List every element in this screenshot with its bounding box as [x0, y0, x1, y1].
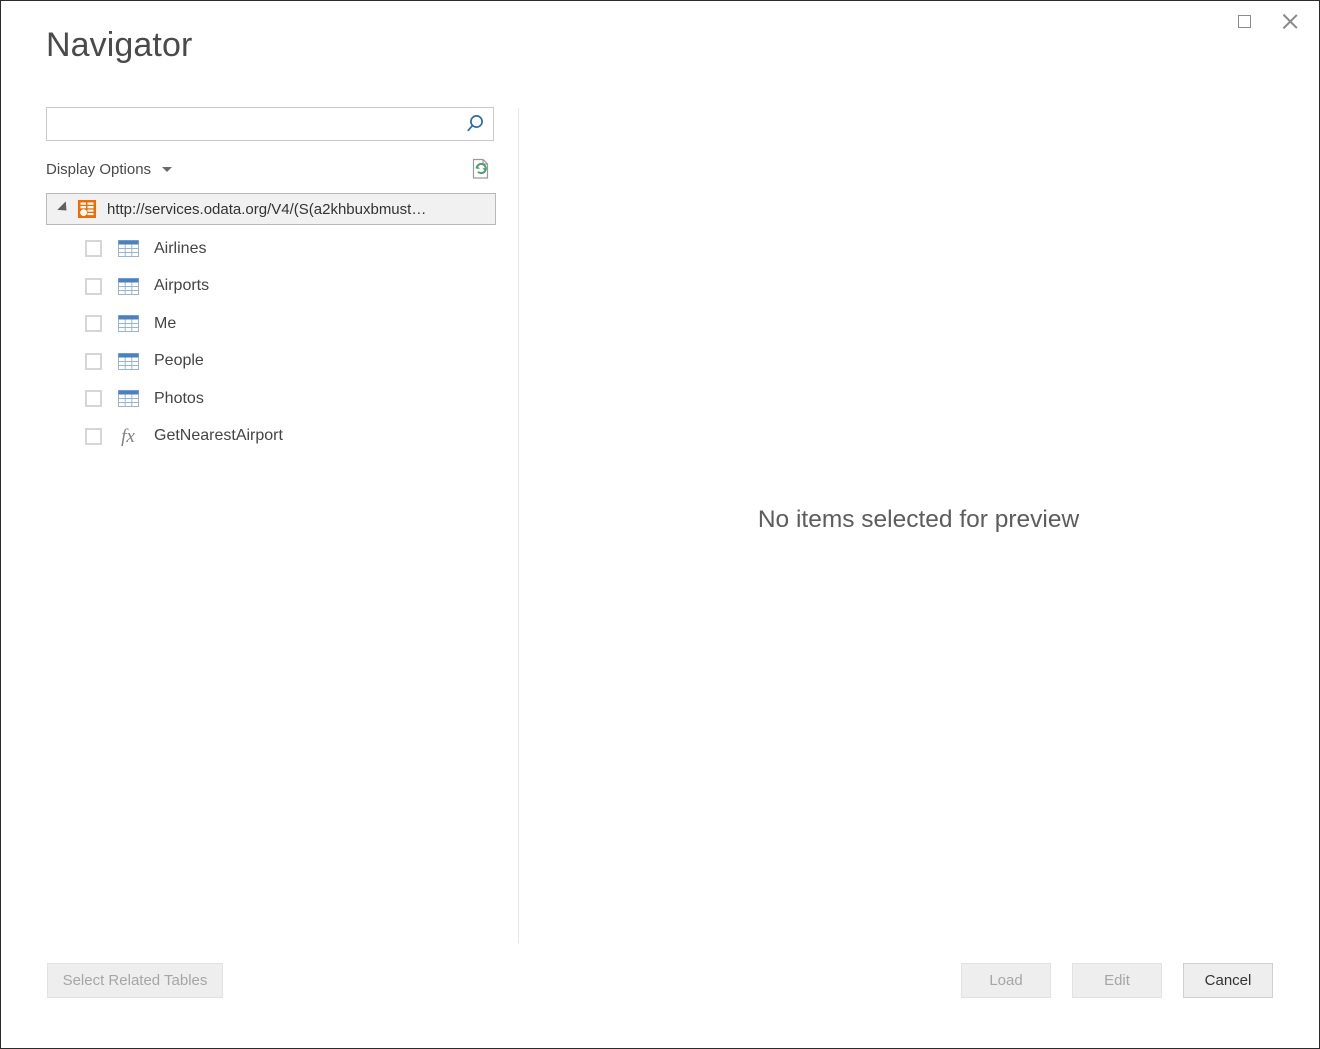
tree-children: Airlines Airports	[46, 225, 496, 455]
display-options-label: Display Options	[46, 161, 151, 178]
tree-root-label: http://services.odata.org/V4/(S(a2khbuxb…	[107, 201, 426, 218]
tree-item-label: Me	[154, 315, 176, 333]
edit-button[interactable]: Edit	[1072, 963, 1162, 998]
navigator-dialog: Navigator Display Options	[0, 0, 1320, 1049]
close-icon	[1283, 14, 1298, 29]
search-icon[interactable]	[457, 108, 493, 140]
footer-action-buttons: Load Edit Cancel	[961, 963, 1273, 998]
maximize-button[interactable]	[1221, 5, 1267, 37]
page-title: Navigator	[46, 28, 192, 62]
table-icon	[117, 352, 139, 370]
tree-item-me[interactable]: Me	[46, 305, 496, 343]
tree-item-airlines[interactable]: Airlines	[46, 230, 496, 268]
triangle-glyph	[57, 201, 70, 214]
tree-item-label: People	[154, 352, 204, 370]
preview-pane: No items selected for preview	[519, 108, 1318, 943]
preview-empty-message: No items selected for preview	[519, 506, 1318, 534]
checkbox-airports[interactable]	[85, 278, 102, 295]
tree-item-label: GetNearestAirport	[154, 427, 283, 445]
search-box[interactable]	[46, 107, 494, 141]
table-icon	[117, 240, 139, 258]
chevron-down-icon	[162, 167, 172, 172]
close-button[interactable]	[1267, 5, 1313, 37]
table-icon	[117, 390, 139, 408]
checkbox-people[interactable]	[85, 353, 102, 370]
left-pane: Display Options	[46, 107, 496, 455]
display-options-dropdown[interactable]: Display Options	[46, 161, 172, 178]
select-related-tables-button[interactable]: Select Related Tables	[47, 963, 223, 998]
tree-item-photos[interactable]: Photos	[46, 380, 496, 418]
maximize-icon	[1238, 15, 1251, 28]
source-tree: http://services.odata.org/V4/(S(a2khbuxb…	[46, 193, 496, 455]
options-row: Display Options	[46, 155, 494, 183]
table-icon	[117, 277, 139, 295]
tree-item-airports[interactable]: Airports	[46, 268, 496, 306]
cancel-button[interactable]: Cancel	[1183, 963, 1273, 998]
tree-item-people[interactable]: People	[46, 343, 496, 381]
refresh-preview-button[interactable]	[468, 155, 494, 183]
dialog-footer: Select Related Tables Load Edit Cancel	[1, 941, 1319, 1048]
expander-collapse-icon[interactable]	[56, 206, 72, 213]
window-controls	[1221, 5, 1313, 37]
checkbox-airlines[interactable]	[85, 240, 102, 257]
fx-glyph: fx	[121, 427, 135, 446]
search-input[interactable]	[47, 108, 457, 140]
checkbox-getnearestairport[interactable]	[85, 428, 102, 445]
tree-root-node[interactable]: http://services.odata.org/V4/(S(a2khbuxb…	[46, 193, 496, 225]
function-icon: fx	[117, 427, 139, 445]
title-bar	[1, 1, 1319, 41]
table-icon	[117, 315, 139, 333]
tree-item-label: Photos	[154, 390, 204, 408]
odata-feed-icon	[78, 200, 96, 218]
checkbox-me[interactable]	[85, 315, 102, 332]
checkbox-photos[interactable]	[85, 390, 102, 407]
tree-item-getnearestairport[interactable]: fx GetNearestAirport	[46, 418, 496, 456]
tree-item-label: Airlines	[154, 240, 206, 258]
load-button[interactable]: Load	[961, 963, 1051, 998]
tree-item-label: Airports	[154, 277, 209, 295]
